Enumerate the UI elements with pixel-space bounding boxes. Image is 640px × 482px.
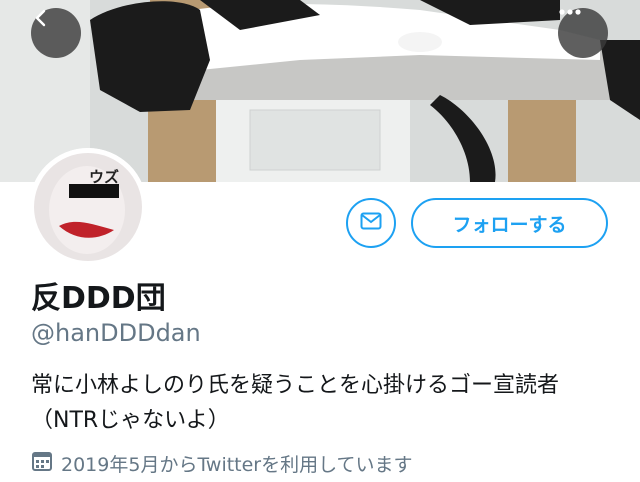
follow-button[interactable]: フォローする: [411, 198, 608, 248]
more-options-button[interactable]: [558, 8, 608, 58]
joined-date: 2019年5月からTwitterを利用しています: [31, 450, 413, 477]
message-button[interactable]: [346, 198, 396, 248]
avatar-image: ウズ: [29, 148, 147, 266]
joined-text: 2019年5月からTwitterを利用しています: [61, 454, 413, 476]
user-handle: @hanDDDdan: [31, 319, 201, 347]
back-button[interactable]: [31, 8, 81, 58]
profile-bio: 常に小林よしのり氏を疑うことを心掛けるゴー宣読者 （NTRじゃないよ）: [31, 373, 560, 433]
envelope-icon: [360, 212, 382, 234]
calendar-icon: [31, 450, 53, 477]
display-name: 反DDD団: [31, 281, 166, 316]
avatar-text: ウズ: [89, 168, 119, 186]
avatar[interactable]: ウズ: [29, 148, 147, 266]
